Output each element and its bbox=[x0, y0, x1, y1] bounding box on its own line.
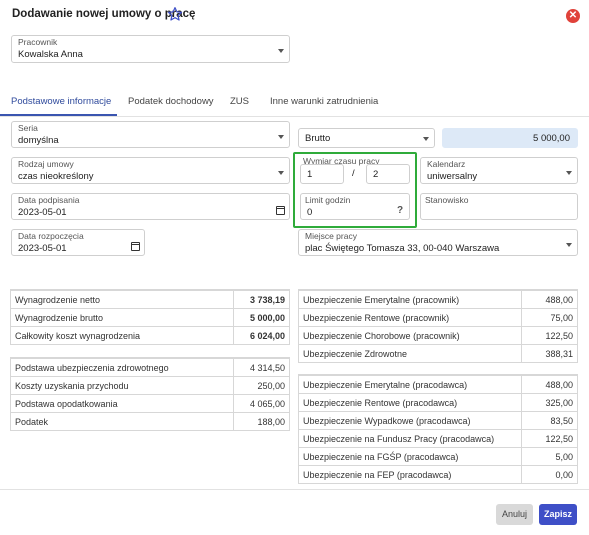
table-row: Ubezpieczenie na FEP (pracodawca) 0,00 bbox=[299, 465, 577, 483]
table-row: Ubezpieczenie na FGŚP (pracodawca) 5,00 bbox=[299, 447, 577, 465]
chevron-down-icon bbox=[566, 171, 572, 175]
footer-divider bbox=[0, 489, 589, 490]
rodzaj-umowy-select[interactable]: Rodzaj umowy czas nieokreślony bbox=[11, 157, 290, 184]
table-row: Ubezpieczenie Emerytalne (pracownik) 488… bbox=[299, 290, 577, 308]
pay-type-select[interactable]: Brutto bbox=[298, 128, 435, 148]
rodzaj-umowy-label: Rodzaj umowy bbox=[18, 159, 74, 169]
summary-left-bottom-table: Podstawa ubezpieczenia zdrowotnego 4 314… bbox=[10, 357, 290, 431]
table-row: Ubezpieczenie Zdrowotne 388,31 bbox=[299, 344, 577, 362]
table-row: Podstawa opodatkowania 4 065,00 bbox=[11, 394, 289, 412]
stanowisko-label: Stanowisko bbox=[425, 195, 469, 205]
table-row: Ubezpieczenie Rentowe (pracownik) 75,00 bbox=[299, 308, 577, 326]
highlight-box bbox=[293, 152, 417, 228]
table-row: Podstawa ubezpieczenia zdrowotnego 4 314… bbox=[11, 358, 289, 376]
close-icon[interactable]: ✕ bbox=[566, 9, 580, 23]
pay-type-value: Brutto bbox=[305, 133, 331, 144]
chevron-down-icon bbox=[278, 135, 284, 139]
miejsce-pracy-label: Miejsce pracy bbox=[305, 231, 357, 241]
table-row: Ubezpieczenie na Fundusz Pracy (pracodaw… bbox=[299, 429, 577, 447]
star-icon[interactable] bbox=[167, 6, 183, 22]
employee-label: Pracownik bbox=[18, 37, 58, 47]
summary-left-top-table: Wynagrodzenie netto 3 738,19 Wynagrodzen… bbox=[10, 289, 290, 345]
table-row: Ubezpieczenie Wypadkowe (pracodawca) 83,… bbox=[299, 411, 577, 429]
table-row: Koszty uzyskania przychodu 250,00 bbox=[11, 376, 289, 394]
calendar-icon[interactable] bbox=[276, 206, 285, 215]
active-tab-indicator bbox=[0, 114, 117, 116]
salary-input[interactable]: 5 000,00 bbox=[442, 128, 578, 148]
save-button[interactable]: Zapisz bbox=[539, 504, 577, 525]
calendar-icon[interactable] bbox=[131, 242, 140, 251]
data-podpisania-input[interactable]: Data podpisania 2023-05-01 bbox=[11, 193, 290, 220]
data-rozpoczecia-input[interactable]: Data rozpoczęcia 2023-05-01 bbox=[11, 229, 145, 256]
seria-select[interactable]: Seria domyślna bbox=[11, 121, 290, 148]
table-row: Wynagrodzenie brutto 5 000,00 bbox=[11, 308, 289, 326]
summary-right-top-table: Ubezpieczenie Emerytalne (pracownik) 488… bbox=[298, 289, 578, 363]
kalendarz-value: uniwersalny bbox=[427, 171, 478, 182]
chevron-down-icon bbox=[278, 49, 284, 53]
miejsce-pracy-select[interactable]: Miejsce pracy plac Świętego Tomasza 33, … bbox=[298, 229, 578, 256]
tabs-divider bbox=[0, 116, 589, 117]
table-row: Ubezpieczenie Rentowe (pracodawca) 325,0… bbox=[299, 393, 577, 411]
employee-value: Kowalska Anna bbox=[18, 49, 83, 60]
table-row: Ubezpieczenie Chorobowe (pracownik) 122,… bbox=[299, 326, 577, 344]
data-podpisania-label: Data podpisania bbox=[18, 195, 80, 205]
chevron-down-icon bbox=[566, 243, 572, 247]
data-rozpoczecia-label: Data rozpoczęcia bbox=[18, 231, 84, 241]
employee-select[interactable]: Pracownik Kowalska Anna bbox=[11, 35, 290, 63]
tab-podstawowe[interactable]: Podstawowe informacje bbox=[11, 96, 111, 107]
seria-value: domyślna bbox=[18, 135, 59, 146]
kalendarz-select[interactable]: Kalendarz uniwersalny bbox=[420, 157, 578, 184]
tab-inne-warunki[interactable]: Inne warunki zatrudnienia bbox=[270, 96, 378, 107]
kalendarz-label: Kalendarz bbox=[427, 159, 466, 169]
tab-podatek[interactable]: Podatek dochodowy bbox=[128, 96, 214, 107]
cancel-button[interactable]: Anuluj bbox=[496, 504, 533, 525]
salary-value: 5 000,00 bbox=[533, 133, 570, 144]
stanowisko-input[interactable]: Stanowisko bbox=[420, 193, 578, 220]
miejsce-pracy-value: plac Świętego Tomasza 33, 00-040 Warszaw… bbox=[305, 243, 500, 254]
data-rozpoczecia-value: 2023-05-01 bbox=[18, 243, 67, 254]
data-podpisania-value: 2023-05-01 bbox=[18, 207, 67, 218]
table-row: Ubezpieczenie Emerytalne (pracodawca) 48… bbox=[299, 375, 577, 393]
table-row: Wynagrodzenie netto 3 738,19 bbox=[11, 290, 289, 308]
seria-label: Seria bbox=[18, 123, 38, 133]
table-row: Podatek 188,00 bbox=[11, 412, 289, 430]
rodzaj-umowy-value: czas nieokreślony bbox=[18, 171, 94, 182]
tab-zus[interactable]: ZUS bbox=[230, 96, 249, 107]
chevron-down-icon bbox=[278, 171, 284, 175]
chevron-down-icon bbox=[423, 137, 429, 141]
table-row: Całkowity koszt wynagrodzenia 6 024,00 bbox=[11, 326, 289, 344]
summary-right-bottom-table: Ubezpieczenie Emerytalne (pracodawca) 48… bbox=[298, 374, 578, 484]
